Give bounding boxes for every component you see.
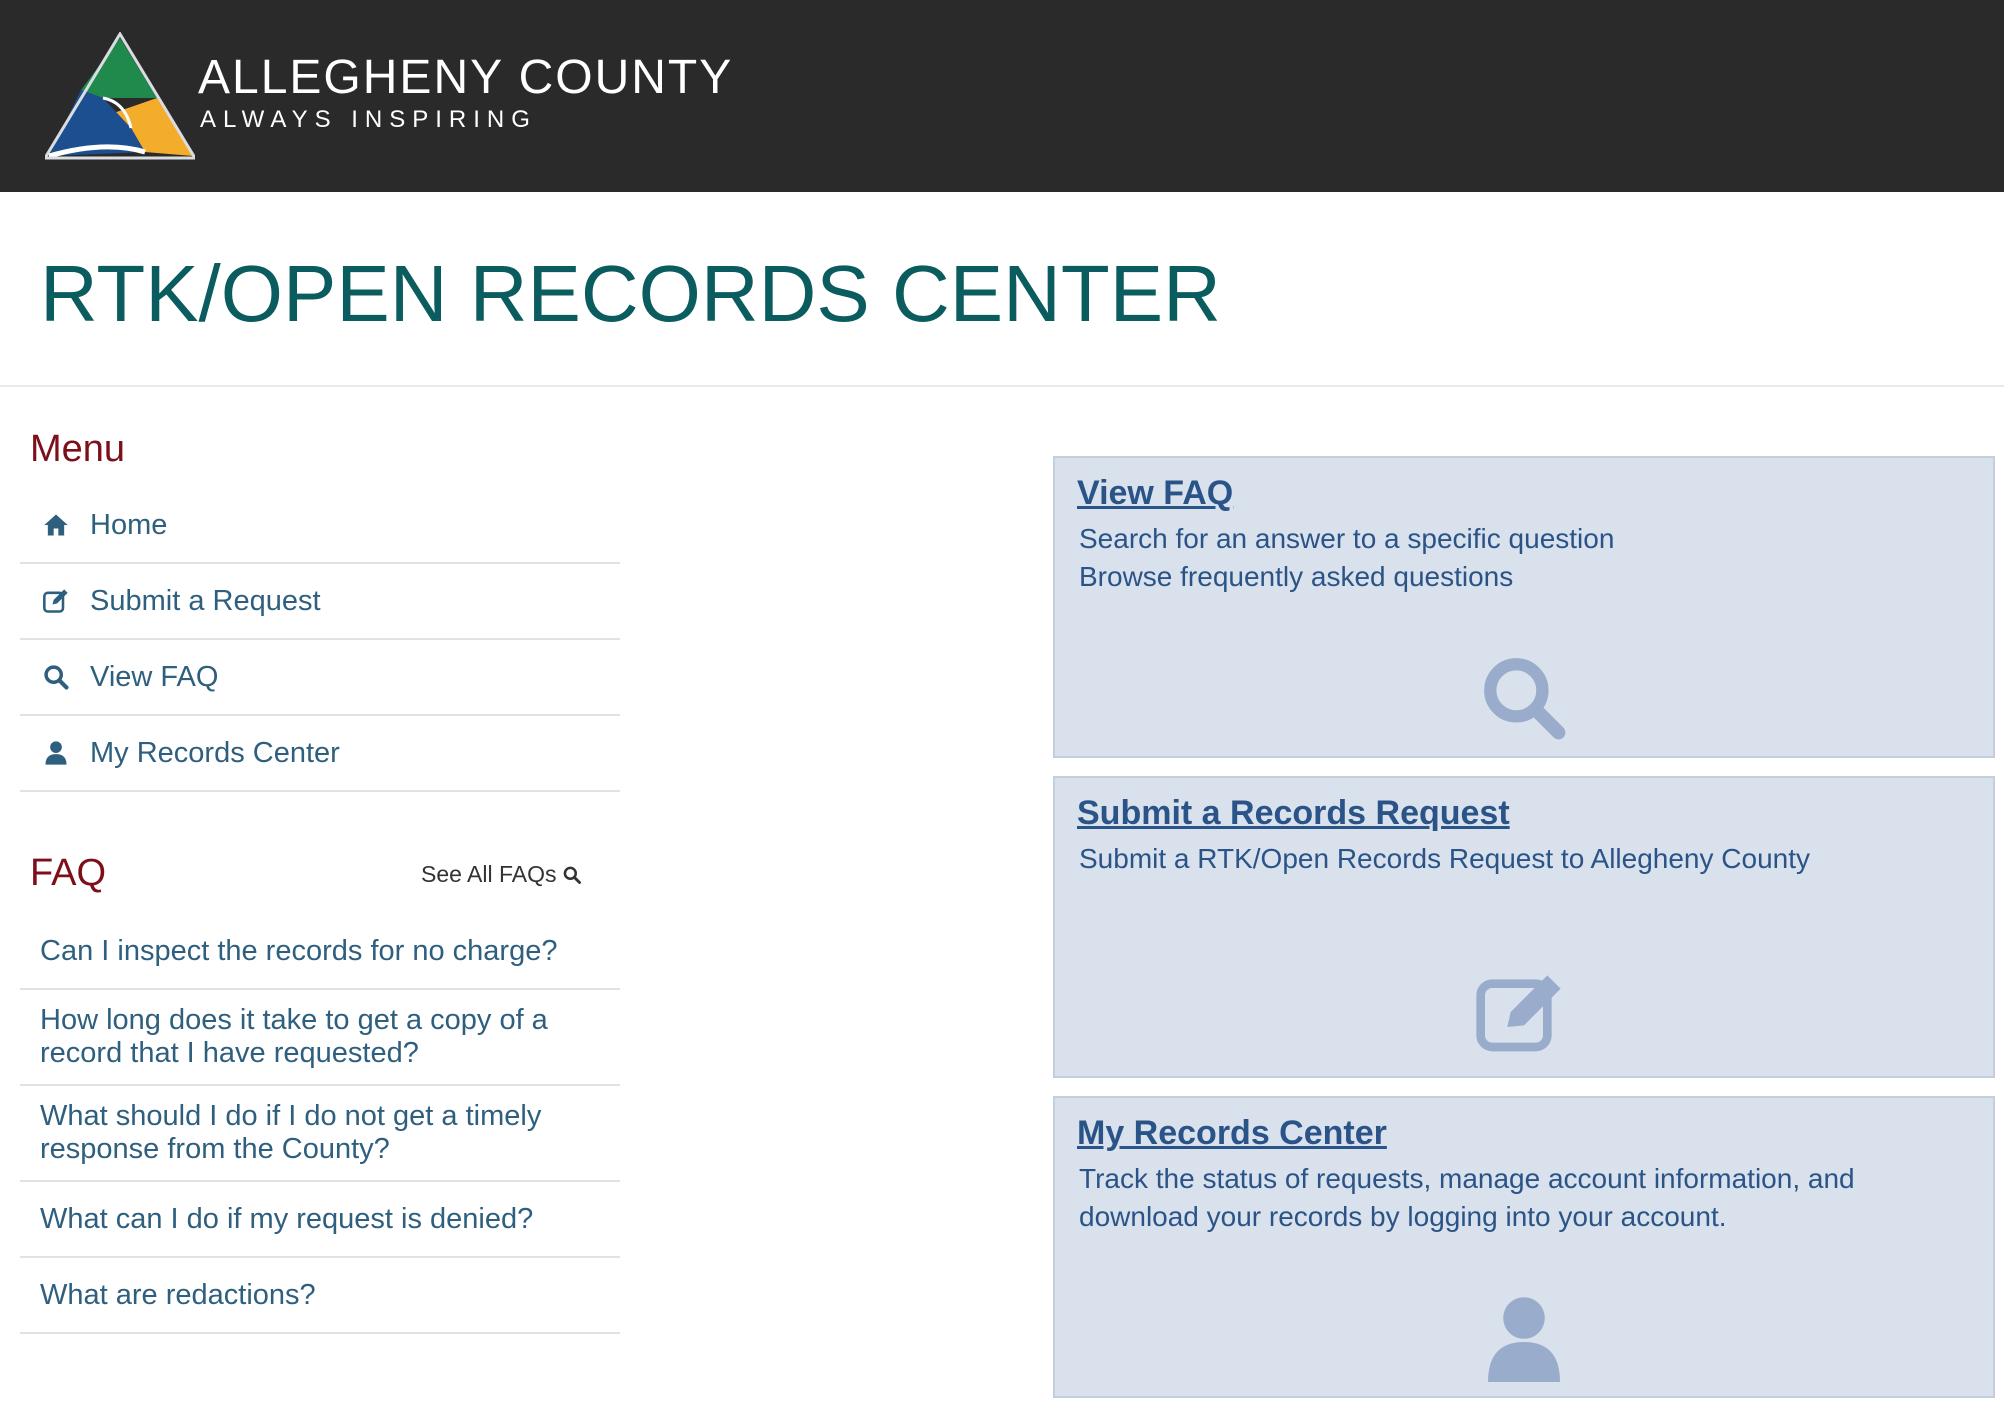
submit-request-card[interactable]: Submit a Records Request Submit a RTK/Op… — [1053, 776, 1995, 1078]
search-icon — [563, 866, 581, 884]
see-all-faqs-link[interactable]: See All FAQs — [421, 861, 582, 888]
faq-item[interactable]: Can I inspect the records for no charge? — [20, 914, 620, 990]
home-icon — [42, 511, 70, 539]
menu-item-my-records[interactable]: My Records Center — [20, 716, 620, 792]
view-faq-card[interactable]: View FAQ Search for an answer to a speci… — [1053, 456, 1995, 758]
faq-item[interactable]: How long does it take to get a copy of a… — [20, 990, 620, 1086]
allegheny-county-logo[interactable] — [45, 32, 195, 162]
side-menu: Home Submit a Request View FAQ My Record… — [20, 488, 620, 792]
my-records-card[interactable]: My Records Center Track the status of re… — [1053, 1096, 1995, 1398]
site-header: ALLEGHENY COUNTY ALWAYS INSPIRING — [0, 0, 2004, 192]
user-icon — [1488, 1297, 1560, 1382]
card-description-line: Browse frequently asked questions — [1079, 561, 1514, 592]
menu-item-label: View FAQ — [90, 660, 219, 693]
card-description: Search for an answer to a specific quest… — [1079, 520, 1614, 596]
brand-name: ALLEGHENY COUNTY — [198, 51, 734, 104]
faq-item[interactable]: What are redactions? — [20, 1258, 620, 1334]
faq-heading: FAQ — [30, 852, 107, 894]
title-divider — [0, 385, 2004, 387]
menu-item-home[interactable]: Home — [20, 488, 620, 564]
faq-list: Can I inspect the records for no charge?… — [20, 914, 620, 1334]
card-title-view-faq[interactable]: View FAQ — [1077, 474, 1233, 513]
card-title-my-records[interactable]: My Records Center — [1077, 1114, 1387, 1153]
faq-item[interactable]: What can I do if my request is denied? — [20, 1182, 620, 1258]
see-all-faqs-label: See All FAQs — [421, 861, 557, 887]
edit-icon — [42, 587, 70, 615]
menu-item-label: My Records Center — [90, 736, 340, 769]
menu-item-label: Home — [90, 508, 168, 541]
card-description-line: Search for an answer to a specific quest… — [1079, 523, 1615, 554]
search-icon — [1484, 658, 1566, 740]
card-description-line: Track the status of requests, manage acc… — [1079, 1163, 1855, 1194]
card-description: Track the status of requests, manage acc… — [1079, 1160, 1855, 1236]
menu-item-submit-request[interactable]: Submit a Request — [20, 564, 620, 640]
faq-item[interactable]: What should I do if I do not get a timel… — [20, 1086, 620, 1182]
search-icon — [42, 663, 70, 691]
brand-tagline: ALWAYS INSPIRING — [200, 106, 537, 133]
edit-icon — [1476, 975, 1561, 1052]
page-title: RTK/OPEN RECORDS CENTER — [40, 249, 1221, 338]
card-title-submit-request[interactable]: Submit a Records Request — [1077, 794, 1510, 833]
menu-item-view-faq[interactable]: View FAQ — [20, 640, 620, 716]
menu-item-label: Submit a Request — [90, 584, 321, 617]
menu-heading: Menu — [30, 428, 126, 470]
card-description: Submit a RTK/Open Records Request to All… — [1079, 840, 1810, 878]
card-description-line: download your records by logging into yo… — [1079, 1201, 1727, 1232]
card-description-line: Submit a RTK/Open Records Request to All… — [1079, 843, 1810, 874]
user-icon — [42, 739, 70, 767]
